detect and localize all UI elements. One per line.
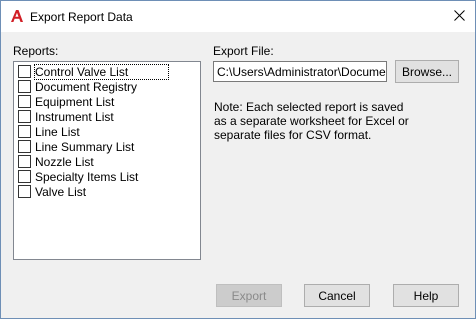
report-item-instrument-list[interactable]: Instrument List xyxy=(16,109,198,124)
export-file-path-input[interactable]: C:\Users\Administrator\Documents\ xyxy=(213,61,387,82)
export-report-dialog: Export Report Data Reports: Control Valv… xyxy=(0,0,476,319)
autocad-a-icon xyxy=(10,9,24,23)
help-button[interactable]: Help xyxy=(393,284,459,307)
checkbox[interactable] xyxy=(18,185,31,198)
checkbox[interactable] xyxy=(18,155,31,168)
report-item-document-registry[interactable]: Document Registry xyxy=(16,79,198,94)
checkbox[interactable] xyxy=(18,170,31,183)
report-item-line-summary-list[interactable]: Line Summary List xyxy=(16,139,198,154)
checkbox[interactable] xyxy=(18,140,31,153)
checkbox[interactable] xyxy=(18,65,31,78)
browse-button[interactable]: Browse... xyxy=(395,60,459,83)
export-button[interactable]: Export xyxy=(216,284,282,307)
export-file-label: Export File: xyxy=(213,44,274,58)
close-icon xyxy=(453,9,465,24)
checkbox[interactable] xyxy=(18,80,31,93)
title-bar[interactable]: Export Report Data xyxy=(1,1,475,32)
checkbox[interactable] xyxy=(18,95,31,108)
report-item-control-valve-list[interactable]: Control Valve List xyxy=(16,63,198,80)
checkbox[interactable] xyxy=(18,125,31,138)
report-item-specialty-items-list[interactable]: Specialty Items List xyxy=(16,169,198,184)
report-item-equipment-list[interactable]: Equipment List xyxy=(16,94,198,109)
reports-label: Reports: xyxy=(13,44,59,58)
report-item-valve-list[interactable]: Valve List xyxy=(16,184,198,199)
reports-checklist[interactable]: Control Valve List Document Registry Equ… xyxy=(13,61,201,260)
cancel-button[interactable]: Cancel xyxy=(304,284,370,307)
window-title: Export Report Data xyxy=(30,10,133,24)
close-button[interactable] xyxy=(447,6,471,27)
export-note: Note: Each selected report is saved as a… xyxy=(214,100,409,142)
report-item-line-list[interactable]: Line List xyxy=(16,124,198,139)
checkbox[interactable] xyxy=(18,110,31,123)
report-item-nozzle-list[interactable]: Nozzle List xyxy=(16,154,198,169)
